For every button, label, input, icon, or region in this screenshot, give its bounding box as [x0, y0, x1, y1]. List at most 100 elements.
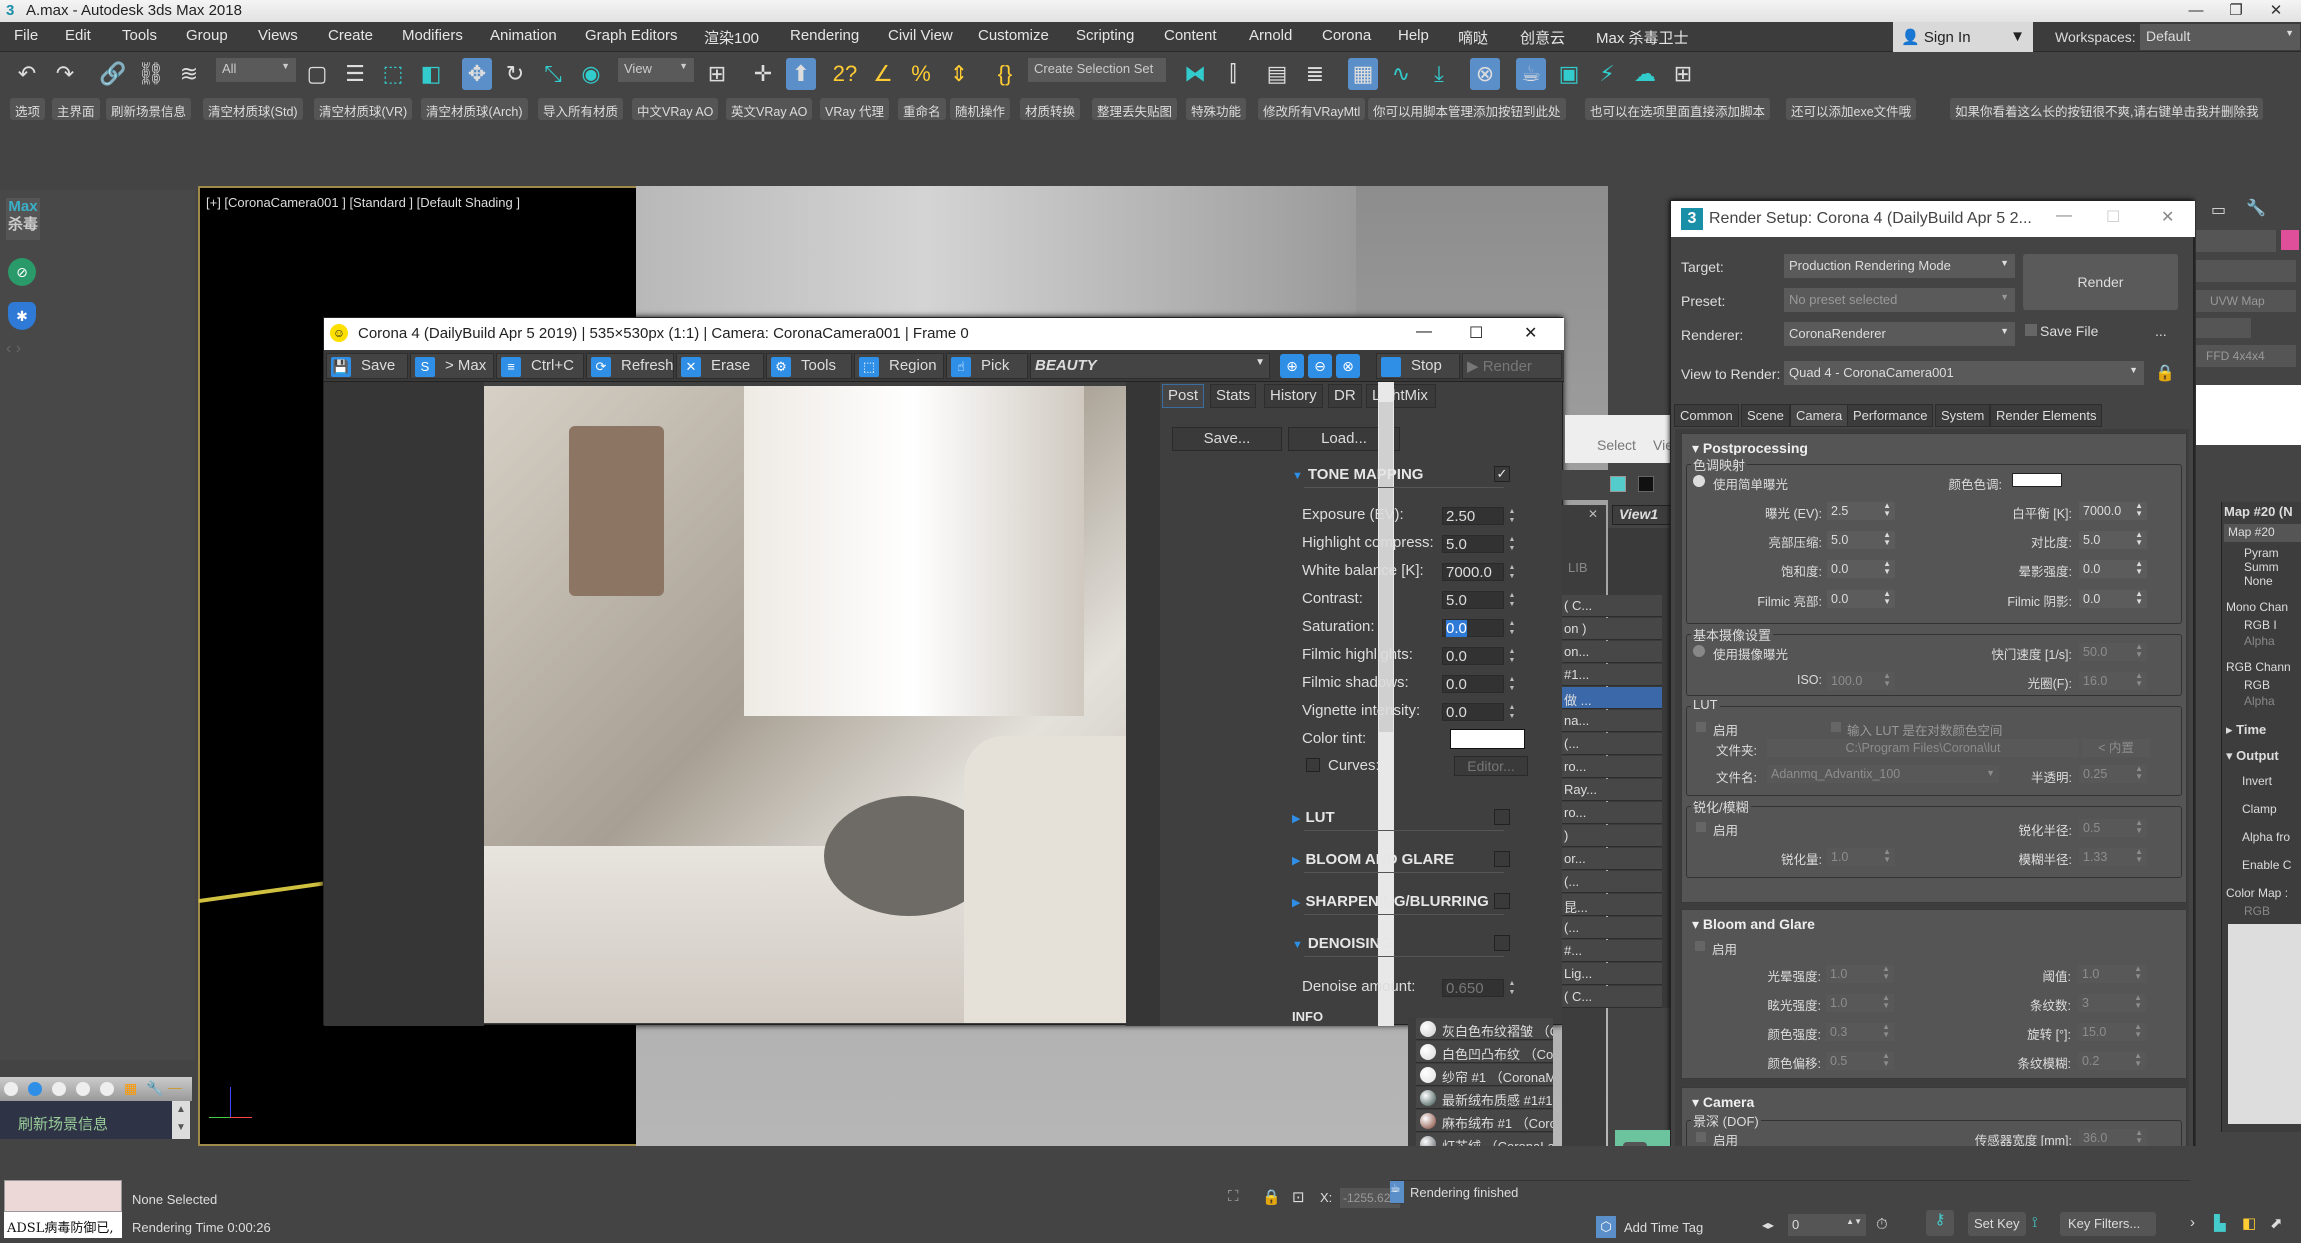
sharpening-header[interactable]: ▶ SHARPENING/BLURRING [1292, 893, 1489, 910]
max-antivirus-logo[interactable]: Max 杀毒 [6, 198, 40, 240]
vfb-erase-button[interactable]: ✕ Erase [676, 353, 764, 379]
radio-icon[interactable] [100, 1082, 114, 1096]
material-list-item[interactable]: 白色凹凸布纹 （Coro... [1416, 1041, 1553, 1063]
checker-icon[interactable] [1638, 476, 1654, 492]
exposure-input[interactable]: 2.50 [1442, 507, 1504, 525]
script-button[interactable]: 如果你看着这么长的按钮很不爽,请右键单击我并删除我 [1950, 98, 2264, 120]
modifier-blank[interactable] [2196, 318, 2251, 338]
spinner-snap-icon[interactable]: ⇕ [944, 58, 974, 90]
spinner-icon[interactable]: ▲▼ [2135, 643, 2143, 659]
modifier-list-select[interactable] [2196, 260, 2296, 282]
script-button[interactable]: VRay 代理 [820, 98, 890, 120]
alpha-from-checkbox[interactable]: Alpha fro [2242, 830, 2290, 844]
sharpen-enable-checkbox[interactable] [1695, 821, 1707, 833]
rs-color-tint-swatch[interactable] [2012, 473, 2062, 487]
filename-select[interactable]: Adanmq_Advantix_100 ▼ [1767, 765, 1999, 783]
color-intensity-input[interactable]: 0.3 ▲ ▼ [1826, 1023, 1894, 1041]
select-object-icon[interactable]: ▢ [302, 58, 332, 90]
output-rollout[interactable]: ▾ Output [2226, 748, 2279, 764]
absolute-mode-icon[interactable]: ⊡ [1292, 1188, 1305, 1206]
tab-scene[interactable]: Scene [1741, 404, 1790, 427]
mirror-icon[interactable]: ⧓ [1180, 58, 1210, 90]
saturation-spinner[interactable]: ▲ ▼ [1507, 619, 1517, 637]
script-button[interactable]: 刷新场景信息 [106, 98, 192, 120]
streak-blur-input[interactable]: 0.2 ▲ ▼ [2078, 1052, 2146, 1070]
selection-filter-select[interactable]: All ▼ [216, 58, 296, 82]
filmic-highlights-input[interactable]: 0.0 [1442, 647, 1504, 665]
material-browser-item[interactable]: ) [1562, 825, 1662, 847]
move-icon[interactable]: ✥ [462, 58, 492, 90]
color-tint-swatch[interactable] [1450, 729, 1525, 749]
lock-selection-icon[interactable]: 🔒 [1262, 1188, 1281, 1206]
menu-graph-editors[interactable]: Graph Editors [585, 27, 678, 44]
sharpening-checkbox[interactable] [1494, 893, 1510, 909]
place-icon[interactable]: ◉ [576, 58, 606, 90]
lut-header[interactable]: ▶ LUT [1292, 809, 1335, 826]
tab-system[interactable]: System [1935, 404, 1991, 427]
bloom-intensity-input[interactable]: 1.0 ▲ ▼ [1826, 965, 1894, 983]
link-icon[interactable]: 🔗 [98, 58, 128, 90]
iso-input[interactable]: 100.0 ▲ ▼ [1827, 672, 1895, 690]
spinner-icon[interactable]: ▲▼ [1883, 590, 1891, 606]
script-button[interactable]: 导入所有材质 [538, 98, 624, 120]
key-filters-button[interactable]: Key Filters... [2060, 1212, 2156, 1236]
material-browser-item[interactable]: Ray... [1562, 779, 1662, 801]
glare-intensity-input[interactable]: 1.0 ▲ ▼ [1826, 994, 1894, 1012]
denoise-amount-input[interactable]: 0.650 [1442, 979, 1504, 997]
filmic-shadows-spinner[interactable]: ▲ ▼ [1507, 675, 1517, 693]
script-button[interactable]: 特殊功能 [1186, 98, 1247, 120]
rs-exposure-input[interactable]: 2.5 ▲ ▼ [1827, 502, 1895, 520]
vfb-refresh-button[interactable]: ⟳ Refresh [586, 353, 674, 379]
sign-in-button[interactable]: 👤 Sign In ▼ [1893, 22, 2033, 52]
field-of-view-icon[interactable]: ◧ [2242, 1214, 2256, 1232]
radio-none[interactable]: None [2244, 574, 2273, 588]
scene-explorer-icon[interactable]: ▤ [1262, 58, 1292, 90]
menu-content[interactable]: Content [1164, 27, 1217, 44]
material-browser-item[interactable]: #1... [1562, 664, 1662, 686]
pivot-center-icon[interactable]: ⊞ [702, 58, 732, 90]
time-tag-icon[interactable]: ⬡ [1596, 1216, 1616, 1238]
script-button[interactable]: 主界面 [52, 98, 100, 120]
preset-select[interactable]: No preset selected ▼ [1784, 288, 2015, 312]
material-browser-item[interactable]: on... [1562, 641, 1662, 663]
curve-editor-icon[interactable]: ∿ [1386, 58, 1416, 90]
set-key-icon[interactable]: ⚷ [1926, 1210, 1954, 1236]
invert-checkbox[interactable]: Invert [2242, 774, 2272, 788]
add-time-tag-button[interactable]: Add Time Tag [1624, 1220, 1703, 1235]
spinner-icon[interactable]: ▲▼ [1882, 994, 1890, 1010]
tab-render-elements[interactable]: Render Elements [1990, 404, 2103, 427]
view1-tab[interactable]: View1 [1612, 505, 1672, 525]
vignette-input[interactable]: 0.0 [1442, 703, 1504, 721]
spinner-icon[interactable]: ▲▼ [2135, 531, 2143, 547]
rs-filmic-highlights-input[interactable]: 0.0 ▲ ▼ [1827, 590, 1895, 608]
rs-close-button[interactable]: ✕ [2161, 207, 2174, 227]
script-button[interactable]: 整理丢失贴图 [1092, 98, 1178, 120]
exposure-spinner[interactable]: ▲ ▼ [1507, 507, 1517, 525]
script-button[interactable]: 还可以添加exe文件哦 [1786, 98, 1917, 120]
zoom-out-icon[interactable]: ⊖ [1308, 354, 1332, 378]
menu-civil-view[interactable]: Civil View [888, 27, 953, 44]
simple-exposure-radio[interactable] [1693, 475, 1705, 487]
menu-modifiers[interactable]: Modifiers [402, 27, 463, 44]
rs-maximize-button[interactable]: ☐ [2106, 207, 2120, 227]
tab-common[interactable]: Common [1674, 404, 1739, 427]
minimize-button[interactable]: — [2176, 0, 2216, 22]
renderer-select[interactable]: CoronaRenderer ▼ [1784, 322, 2015, 346]
render-cloud-icon[interactable]: ☁ [1630, 58, 1660, 90]
script-button[interactable]: 随机操作 [950, 98, 1011, 120]
script-button[interactable]: 重命名 [898, 98, 946, 120]
script-button[interactable]: 选项 [10, 98, 46, 120]
current-frame-spinner[interactable]: 0 ▲▼ [1788, 1214, 1866, 1236]
bloom-header[interactable]: ▶ BLOOM AND GLARE [1292, 851, 1454, 868]
highlight-compress-input[interactable]: 5.0 [1442, 535, 1504, 553]
menu-animation[interactable]: Animation [490, 27, 557, 44]
menu-group[interactable]: Group [186, 27, 228, 44]
maximize-viewport-icon[interactable]: ⬈ [2270, 1214, 2283, 1232]
spinner-icon[interactable]: ▲▼ [1882, 965, 1890, 981]
lut-log-checkbox[interactable] [1830, 721, 1842, 733]
tone-mapping-header[interactable]: ▼ TONE MAPPING [1292, 466, 1423, 483]
window-crossing-icon[interactable]: ◧ [416, 58, 446, 90]
select-by-name-icon[interactable]: ☰ [340, 58, 370, 90]
bloom-header[interactable]: ▾ Bloom and Glare [1692, 916, 1815, 933]
enable-color-map-checkbox[interactable]: Enable C [2242, 858, 2291, 872]
